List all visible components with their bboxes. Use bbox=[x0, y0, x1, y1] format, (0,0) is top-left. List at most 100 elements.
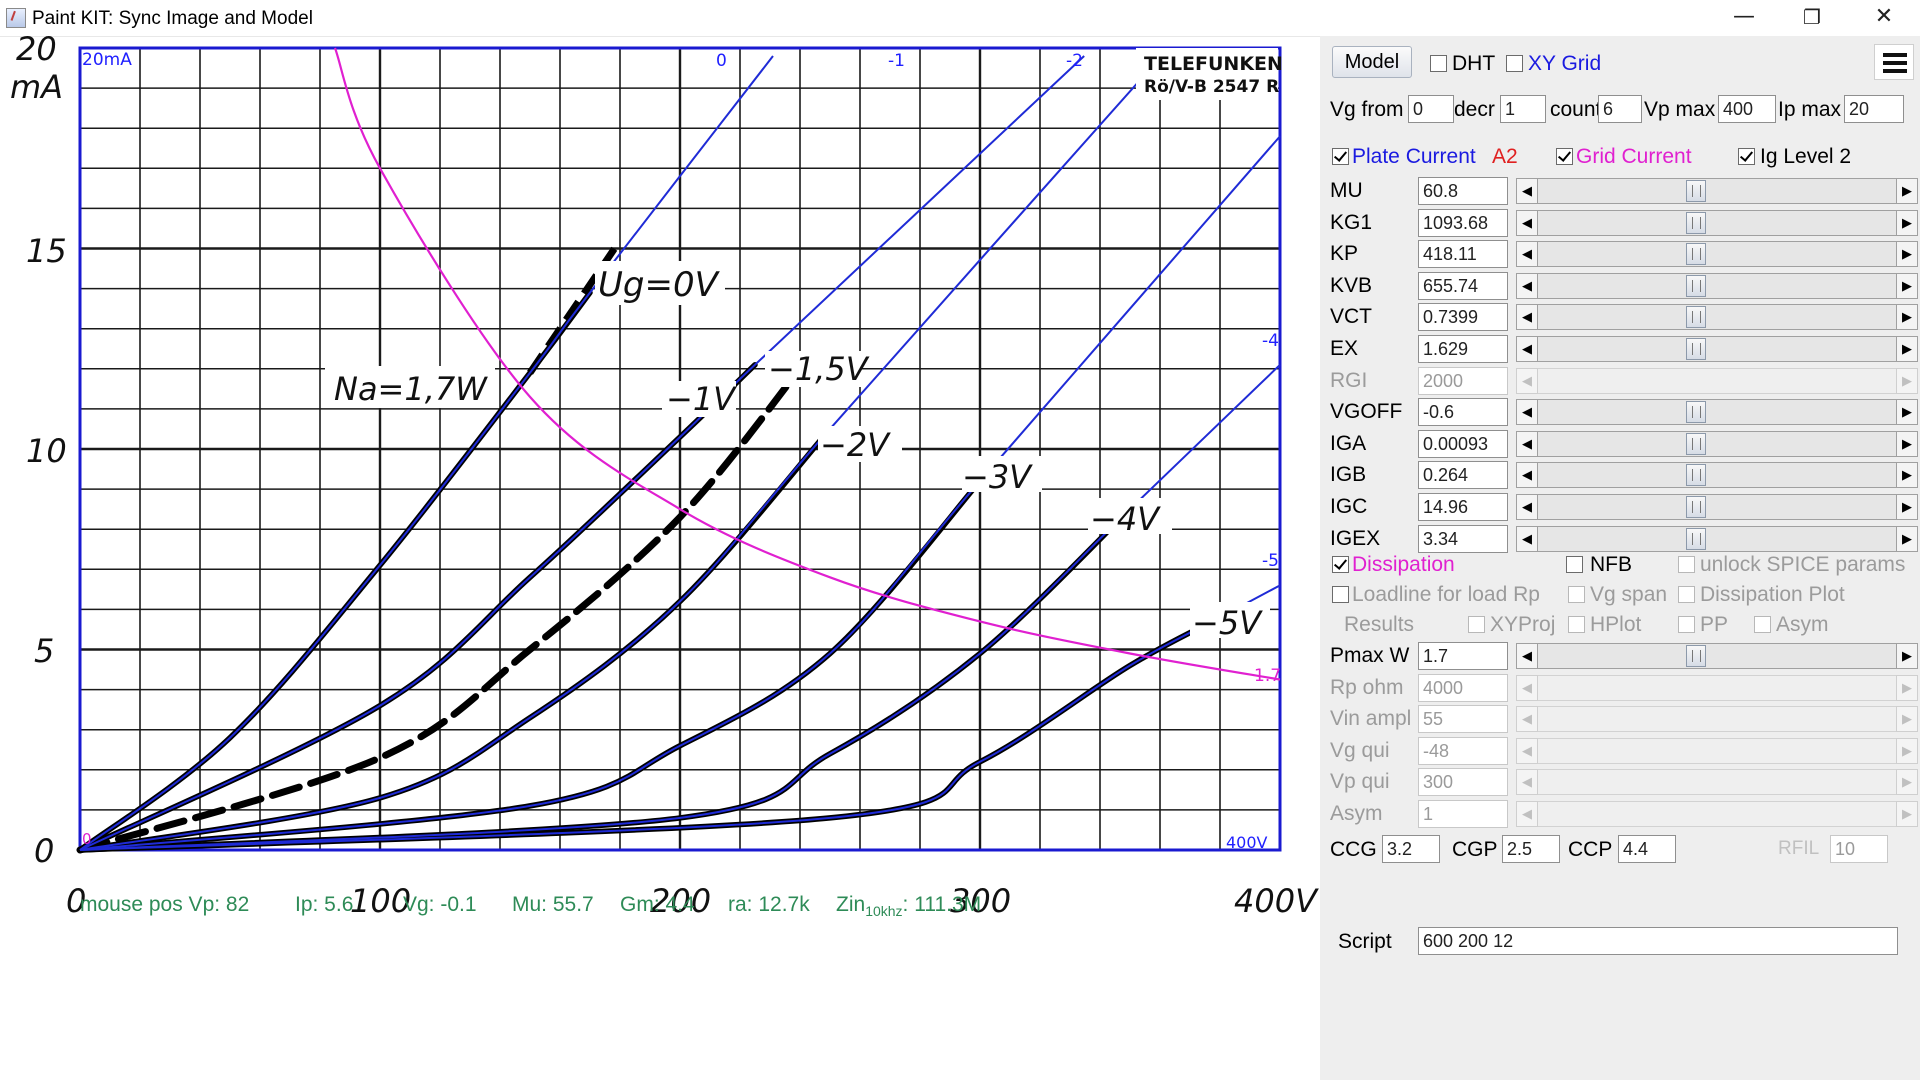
slider-right-arrow-icon[interactable]: ▶ bbox=[1896, 525, 1918, 552]
params-slider-9[interactable]: ◀ ▶ bbox=[1516, 462, 1918, 489]
cgp-field[interactable]: 2.5 bbox=[1502, 835, 1560, 863]
vg-span-checkbox[interactable] bbox=[1568, 586, 1585, 603]
slider-track[interactable] bbox=[1538, 494, 1896, 520]
slider-left-arrow-icon[interactable]: ◀ bbox=[1516, 430, 1538, 457]
params-slider-8[interactable]: ◀ ▶ bbox=[1516, 430, 1918, 457]
slider-right-arrow-icon[interactable]: ▶ bbox=[1896, 769, 1918, 796]
hplot-checkbox[interactable] bbox=[1568, 616, 1585, 633]
params2-slider-1[interactable]: ◀ ▶ bbox=[1516, 674, 1918, 701]
pp-checkbox[interactable] bbox=[1678, 616, 1695, 633]
slider-left-arrow-icon[interactable]: ◀ bbox=[1516, 209, 1538, 236]
params-field-6[interactable]: 2000 bbox=[1418, 366, 1508, 395]
minimize-button[interactable]: — bbox=[1716, 0, 1772, 36]
slider-track[interactable] bbox=[1538, 178, 1896, 204]
slider-right-arrow-icon[interactable]: ▶ bbox=[1896, 737, 1918, 764]
params-slider-4[interactable]: ◀ ▶ bbox=[1516, 304, 1918, 331]
vg-from-field[interactable]: 0 bbox=[1408, 95, 1454, 123]
slider-left-arrow-icon[interactable]: ◀ bbox=[1516, 399, 1538, 426]
slider-left-arrow-icon[interactable]: ◀ bbox=[1516, 525, 1538, 552]
params-field-2[interactable]: 418.11 bbox=[1418, 240, 1508, 269]
params-slider-0[interactable]: ◀ ▶ bbox=[1516, 178, 1918, 204]
slider-left-arrow-icon[interactable]: ◀ bbox=[1516, 801, 1538, 827]
slider-right-arrow-icon[interactable]: ▶ bbox=[1896, 706, 1918, 733]
slider-thumb[interactable] bbox=[1686, 496, 1706, 518]
params2-field-0[interactable]: 1.7 bbox=[1418, 642, 1508, 670]
params2-field-1[interactable]: 4000 bbox=[1418, 673, 1508, 702]
params2-slider-3[interactable]: ◀ ▶ bbox=[1516, 737, 1918, 764]
slider-left-arrow-icon[interactable]: ◀ bbox=[1516, 706, 1538, 733]
slider-right-arrow-icon[interactable]: ▶ bbox=[1896, 336, 1918, 362]
slider-right-arrow-icon[interactable]: ▶ bbox=[1896, 801, 1918, 827]
slider-track[interactable] bbox=[1538, 272, 1896, 299]
slider-left-arrow-icon[interactable]: ◀ bbox=[1516, 336, 1538, 362]
params-field-0[interactable]: 60.8 bbox=[1418, 177, 1508, 205]
params-field-10[interactable]: 14.96 bbox=[1418, 493, 1508, 521]
params-field-9[interactable]: 0.264 bbox=[1418, 461, 1508, 490]
slider-thumb[interactable] bbox=[1686, 432, 1706, 455]
params-field-3[interactable]: 655.74 bbox=[1418, 271, 1508, 300]
slider-track[interactable] bbox=[1538, 674, 1896, 701]
asym-checkbox[interactable] bbox=[1754, 616, 1771, 633]
params-slider-2[interactable]: ◀ ▶ bbox=[1516, 241, 1918, 268]
params-slider-3[interactable]: ◀ ▶ bbox=[1516, 272, 1918, 299]
menu-icon[interactable] bbox=[1874, 44, 1914, 80]
params2-slider-2[interactable]: ◀ ▶ bbox=[1516, 706, 1918, 733]
slider-left-arrow-icon[interactable]: ◀ bbox=[1516, 304, 1538, 331]
maximize-button[interactable]: ❐ bbox=[1784, 0, 1840, 36]
params-field-1[interactable]: 1093.68 bbox=[1418, 208, 1508, 237]
slider-right-arrow-icon[interactable]: ▶ bbox=[1896, 304, 1918, 331]
slider-thumb[interactable] bbox=[1686, 243, 1706, 266]
slider-track[interactable] bbox=[1538, 430, 1896, 457]
ip-max-field[interactable]: 20 bbox=[1844, 95, 1904, 123]
params2-slider-5[interactable]: ◀ ▶ bbox=[1516, 801, 1918, 827]
slider-right-arrow-icon[interactable]: ▶ bbox=[1896, 494, 1918, 520]
slider-right-arrow-icon[interactable]: ▶ bbox=[1896, 643, 1918, 669]
plate-current-checkbox[interactable] bbox=[1332, 148, 1349, 165]
params-field-4[interactable]: 0.7399 bbox=[1418, 303, 1508, 332]
loadline-checkbox[interactable] bbox=[1332, 586, 1349, 603]
params-field-5[interactable]: 1.629 bbox=[1418, 335, 1508, 363]
slider-left-arrow-icon[interactable]: ◀ bbox=[1516, 272, 1538, 299]
slider-left-arrow-icon[interactable]: ◀ bbox=[1516, 643, 1538, 669]
slider-track[interactable] bbox=[1538, 399, 1896, 426]
slider-left-arrow-icon[interactable]: ◀ bbox=[1516, 178, 1538, 204]
slider-right-arrow-icon[interactable]: ▶ bbox=[1896, 241, 1918, 268]
model-button[interactable]: Model bbox=[1332, 46, 1412, 78]
slider-thumb[interactable] bbox=[1686, 401, 1706, 424]
slider-left-arrow-icon[interactable]: ◀ bbox=[1516, 494, 1538, 520]
params-slider-7[interactable]: ◀ ▶ bbox=[1516, 399, 1918, 426]
slider-thumb[interactable] bbox=[1686, 274, 1706, 297]
close-button[interactable]: ✕ bbox=[1856, 0, 1912, 36]
params2-slider-4[interactable]: ◀ ▶ bbox=[1516, 769, 1918, 796]
slider-right-arrow-icon[interactable]: ▶ bbox=[1896, 209, 1918, 236]
slider-left-arrow-icon[interactable]: ◀ bbox=[1516, 367, 1538, 394]
slider-right-arrow-icon[interactable]: ▶ bbox=[1896, 462, 1918, 489]
ig-level-checkbox[interactable] bbox=[1738, 148, 1755, 165]
params-slider-6[interactable]: ◀ ▶ bbox=[1516, 367, 1918, 394]
count-field[interactable]: 6 bbox=[1598, 95, 1642, 123]
slider-track[interactable] bbox=[1538, 643, 1896, 669]
slider-thumb[interactable] bbox=[1686, 306, 1706, 329]
slider-thumb[interactable] bbox=[1686, 211, 1706, 234]
slider-left-arrow-icon[interactable]: ◀ bbox=[1516, 674, 1538, 701]
ccg-field[interactable]: 3.2 bbox=[1382, 835, 1440, 863]
slider-track[interactable] bbox=[1538, 241, 1896, 268]
slider-track[interactable] bbox=[1538, 737, 1896, 764]
params-slider-10[interactable]: ◀ ▶ bbox=[1516, 494, 1918, 520]
params2-field-4[interactable]: 300 bbox=[1418, 768, 1508, 797]
params-field-11[interactable]: 3.34 bbox=[1418, 524, 1508, 553]
slider-track[interactable] bbox=[1538, 304, 1896, 331]
slider-thumb[interactable] bbox=[1686, 645, 1706, 667]
dissipation-plot-checkbox[interactable] bbox=[1678, 586, 1695, 603]
slider-right-arrow-icon[interactable]: ▶ bbox=[1896, 367, 1918, 394]
slider-right-arrow-icon[interactable]: ▶ bbox=[1896, 178, 1918, 204]
slider-right-arrow-icon[interactable]: ▶ bbox=[1896, 674, 1918, 701]
slider-left-arrow-icon[interactable]: ◀ bbox=[1516, 769, 1538, 796]
slider-right-arrow-icon[interactable]: ▶ bbox=[1896, 430, 1918, 457]
slider-track[interactable] bbox=[1538, 336, 1896, 362]
slider-thumb[interactable] bbox=[1686, 338, 1706, 360]
slider-track[interactable] bbox=[1538, 367, 1896, 394]
ccp-field[interactable]: 4.4 bbox=[1618, 835, 1676, 863]
params-field-8[interactable]: 0.00093 bbox=[1418, 429, 1508, 458]
nfb-checkbox[interactable] bbox=[1566, 556, 1583, 573]
